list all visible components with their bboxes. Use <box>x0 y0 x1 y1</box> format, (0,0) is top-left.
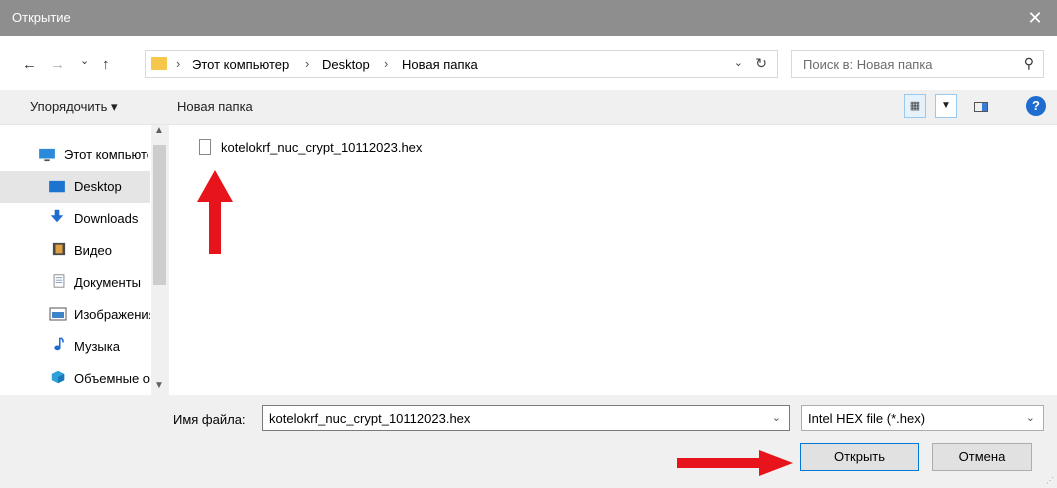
recent-locations-icon[interactable]: ⌄ <box>80 54 89 67</box>
navigation-pane: Этот компьютер Desktop Downloads Видео Д… <box>0 125 169 395</box>
dialog-footer: Имя файла: kotelokrf_nuc_crypt_10112023.… <box>0 395 1057 488</box>
3d-objects-icon <box>51 370 65 384</box>
new-folder-button[interactable]: Новая папка <box>177 99 253 114</box>
up-icon[interactable]: ↑ <box>102 56 110 73</box>
chevron-down-icon[interactable]: ⌄ <box>1026 411 1035 424</box>
sidebar-item-label: Видео <box>74 243 112 258</box>
breadcrumb-this-pc[interactable]: Этот компьютер <box>192 57 289 72</box>
breadcrumb-separator: › <box>305 56 310 71</box>
back-icon[interactable]: ← <box>22 56 37 73</box>
resize-grip-icon[interactable]: ⋰ <box>1046 476 1054 485</box>
sidebar-item-label: Музыка <box>74 339 120 354</box>
search-placeholder: Поиск в: Новая папка <box>803 57 933 72</box>
window-title: Открытие <box>12 10 71 25</box>
breadcrumb-separator: › <box>384 56 389 71</box>
filename-label: Имя файла: <box>173 412 246 427</box>
organize-button[interactable]: Упорядочить ▾ <box>30 99 118 115</box>
forward-icon[interactable]: → <box>50 56 65 73</box>
preview-pane-icon[interactable] <box>974 102 988 112</box>
computer-icon <box>39 148 55 162</box>
search-box[interactable]: Поиск в: Новая папка ⚲ <box>791 50 1044 78</box>
sidebar-item-label: Объемные объекты <box>74 371 150 386</box>
sidebar-item-3d-objects[interactable]: Объемные объекты <box>0 363 150 395</box>
filetype-select[interactable]: Intel HEX file (*.hex) ⌄ <box>801 405 1044 431</box>
sidebar-item-label: Downloads <box>74 211 139 226</box>
sidebar-item-label: Документы <box>74 275 142 290</box>
sidebar-item-label: Изображения <box>74 307 150 322</box>
file-icon <box>199 139 211 155</box>
sidebar-item-label: Desktop <box>74 179 122 194</box>
download-icon <box>50 209 64 223</box>
documents-icon <box>53 274 65 288</box>
title-bar: Открытие ✕ <box>0 0 1057 36</box>
folder-icon <box>151 57 167 70</box>
sidebar-item-this-pc[interactable]: Этот компьютер <box>0 139 150 171</box>
breadcrumb-separator: › <box>176 56 181 71</box>
music-icon <box>54 337 64 351</box>
cancel-button[interactable]: Отмена <box>932 443 1032 471</box>
scroll-thumb[interactable] <box>153 145 166 285</box>
video-icon <box>52 242 66 256</box>
address-dropdown-icon[interactable]: ⌄ <box>734 56 743 69</box>
sidebar-item-pictures[interactable]: Изображения <box>0 299 150 331</box>
close-icon[interactable]: ✕ <box>1013 0 1057 36</box>
sidebar-item-desktop[interactable]: Desktop <box>0 171 150 203</box>
sidebar-item-downloads[interactable]: Downloads <box>0 203 150 235</box>
file-list: kotelokrf_nuc_crypt_10112023.hex <box>169 125 1057 395</box>
help-icon[interactable]: ? <box>1026 96 1046 116</box>
open-button[interactable]: Открыть <box>800 443 919 471</box>
sidebar-item-video[interactable]: Видео <box>0 235 150 267</box>
refresh-icon[interactable]: ↻ <box>755 55 767 72</box>
filename-value: kotelokrf_nuc_crypt_10112023.hex <box>269 411 471 426</box>
sidebar-item-music[interactable]: Музыка <box>0 331 150 363</box>
sidebar-item-documents[interactable]: Документы <box>0 267 150 299</box>
breadcrumb-desktop[interactable]: Desktop <box>322 57 370 72</box>
file-name: kotelokrf_nuc_crypt_10112023.hex <box>221 140 423 155</box>
address-bar[interactable]: › Этот компьютер › Desktop › Новая папка… <box>145 50 778 78</box>
scroll-up-icon[interactable]: ▲ <box>154 125 164 136</box>
scroll-down-icon[interactable]: ▼ <box>154 380 164 391</box>
desktop-icon <box>49 180 65 193</box>
view-icon[interactable]: ▦ <box>904 94 926 118</box>
filetype-value: Intel HEX file (*.hex) <box>808 411 926 426</box>
search-icon[interactable]: ⚲ <box>1024 55 1034 72</box>
toolbar: Упорядочить ▾ Новая папка ▦ ▼ ? <box>0 90 1057 125</box>
annotation-arrow-up-icon <box>197 170 233 254</box>
pictures-icon <box>49 307 67 321</box>
sidebar-item-label: Этот компьютер <box>64 147 148 162</box>
view-dropdown-icon[interactable]: ▼ <box>935 94 957 118</box>
annotation-arrow-right-icon <box>677 450 793 476</box>
chevron-down-icon[interactable]: ⌄ <box>772 411 781 424</box>
sidebar-scrollbar[interactable]: ▲ ▼ <box>151 125 168 395</box>
filename-input[interactable]: kotelokrf_nuc_crypt_10112023.hex ⌄ <box>262 405 790 431</box>
breadcrumb-new-folder[interactable]: Новая папка <box>402 57 478 72</box>
